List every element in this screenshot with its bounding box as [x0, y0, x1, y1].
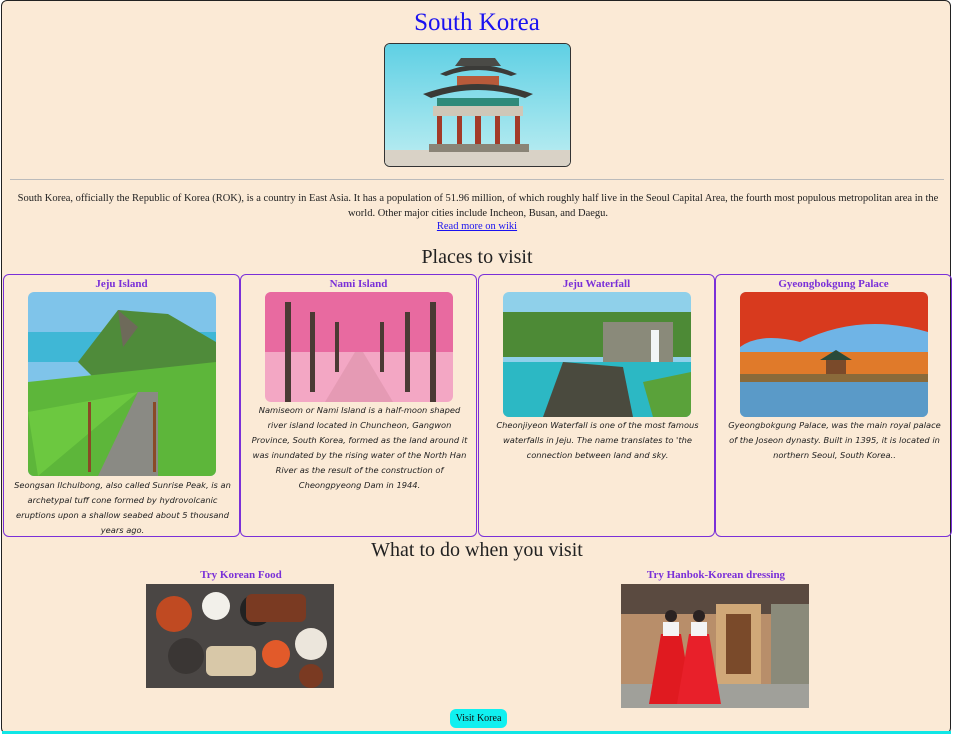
todo-image-korean-food [146, 584, 334, 688]
todo-title-hanbok: Try Hanbok-Korean dressing [646, 569, 786, 581]
place-card-text: Gyeongbokgung Palace, was the main royal… [728, 420, 941, 460]
place-card-title: Gyeongbokgung Palace [778, 278, 889, 290]
place-card-jeju-island: Jeju Island Seongsan Ilchulbong, also ca… [3, 274, 240, 537]
hero-image-pavilion [384, 43, 571, 167]
visit-korea-button[interactable]: Visit Korea [450, 709, 507, 728]
place-card-title: Jeju Island [95, 278, 148, 290]
place-image-nami-island [265, 292, 453, 402]
wiki-link[interactable]: Read more on wiki [2, 221, 952, 232]
place-image-jeju-waterfall [503, 292, 691, 417]
place-card-jeju-waterfall: Jeju Waterfall Cheonjiyeon Waterfall is … [478, 274, 715, 537]
place-card-text: Cheonjiyeon Waterfall is one of the most… [496, 420, 699, 460]
page-title: South Korea [414, 9, 540, 36]
place-card-title: Jeju Waterfall [562, 278, 631, 290]
place-image-jeju-island [28, 292, 216, 476]
place-card-gyeongbokgung-palace: Gyeongbokgung Palace Gyeongbokgung Palac… [715, 274, 952, 537]
divider [10, 179, 944, 180]
bottom-accent-line [2, 731, 951, 734]
place-image-gyeongbokgung-palace [740, 292, 928, 417]
page-container: South Korea South Korea, officially the … [1, 0, 952, 734]
place-card-nami-island: Nami Island Namiseom or Nami Island is a… [240, 274, 477, 537]
place-card-text: Namiseom or Nami Island is a half-moon s… [251, 405, 468, 490]
todo-heading: What to do when you visit [371, 539, 583, 561]
place-card-title: Nami Island [329, 278, 388, 290]
place-card-text: Seongsan Ilchulbong, also called Sunrise… [14, 480, 231, 535]
places-heading: Places to visit [421, 246, 533, 268]
todo-image-hanbok [621, 584, 809, 708]
intro-paragraph: South Korea, officially the Republic of … [17, 193, 939, 219]
todo-title-food: Try Korean Food [200, 569, 282, 581]
